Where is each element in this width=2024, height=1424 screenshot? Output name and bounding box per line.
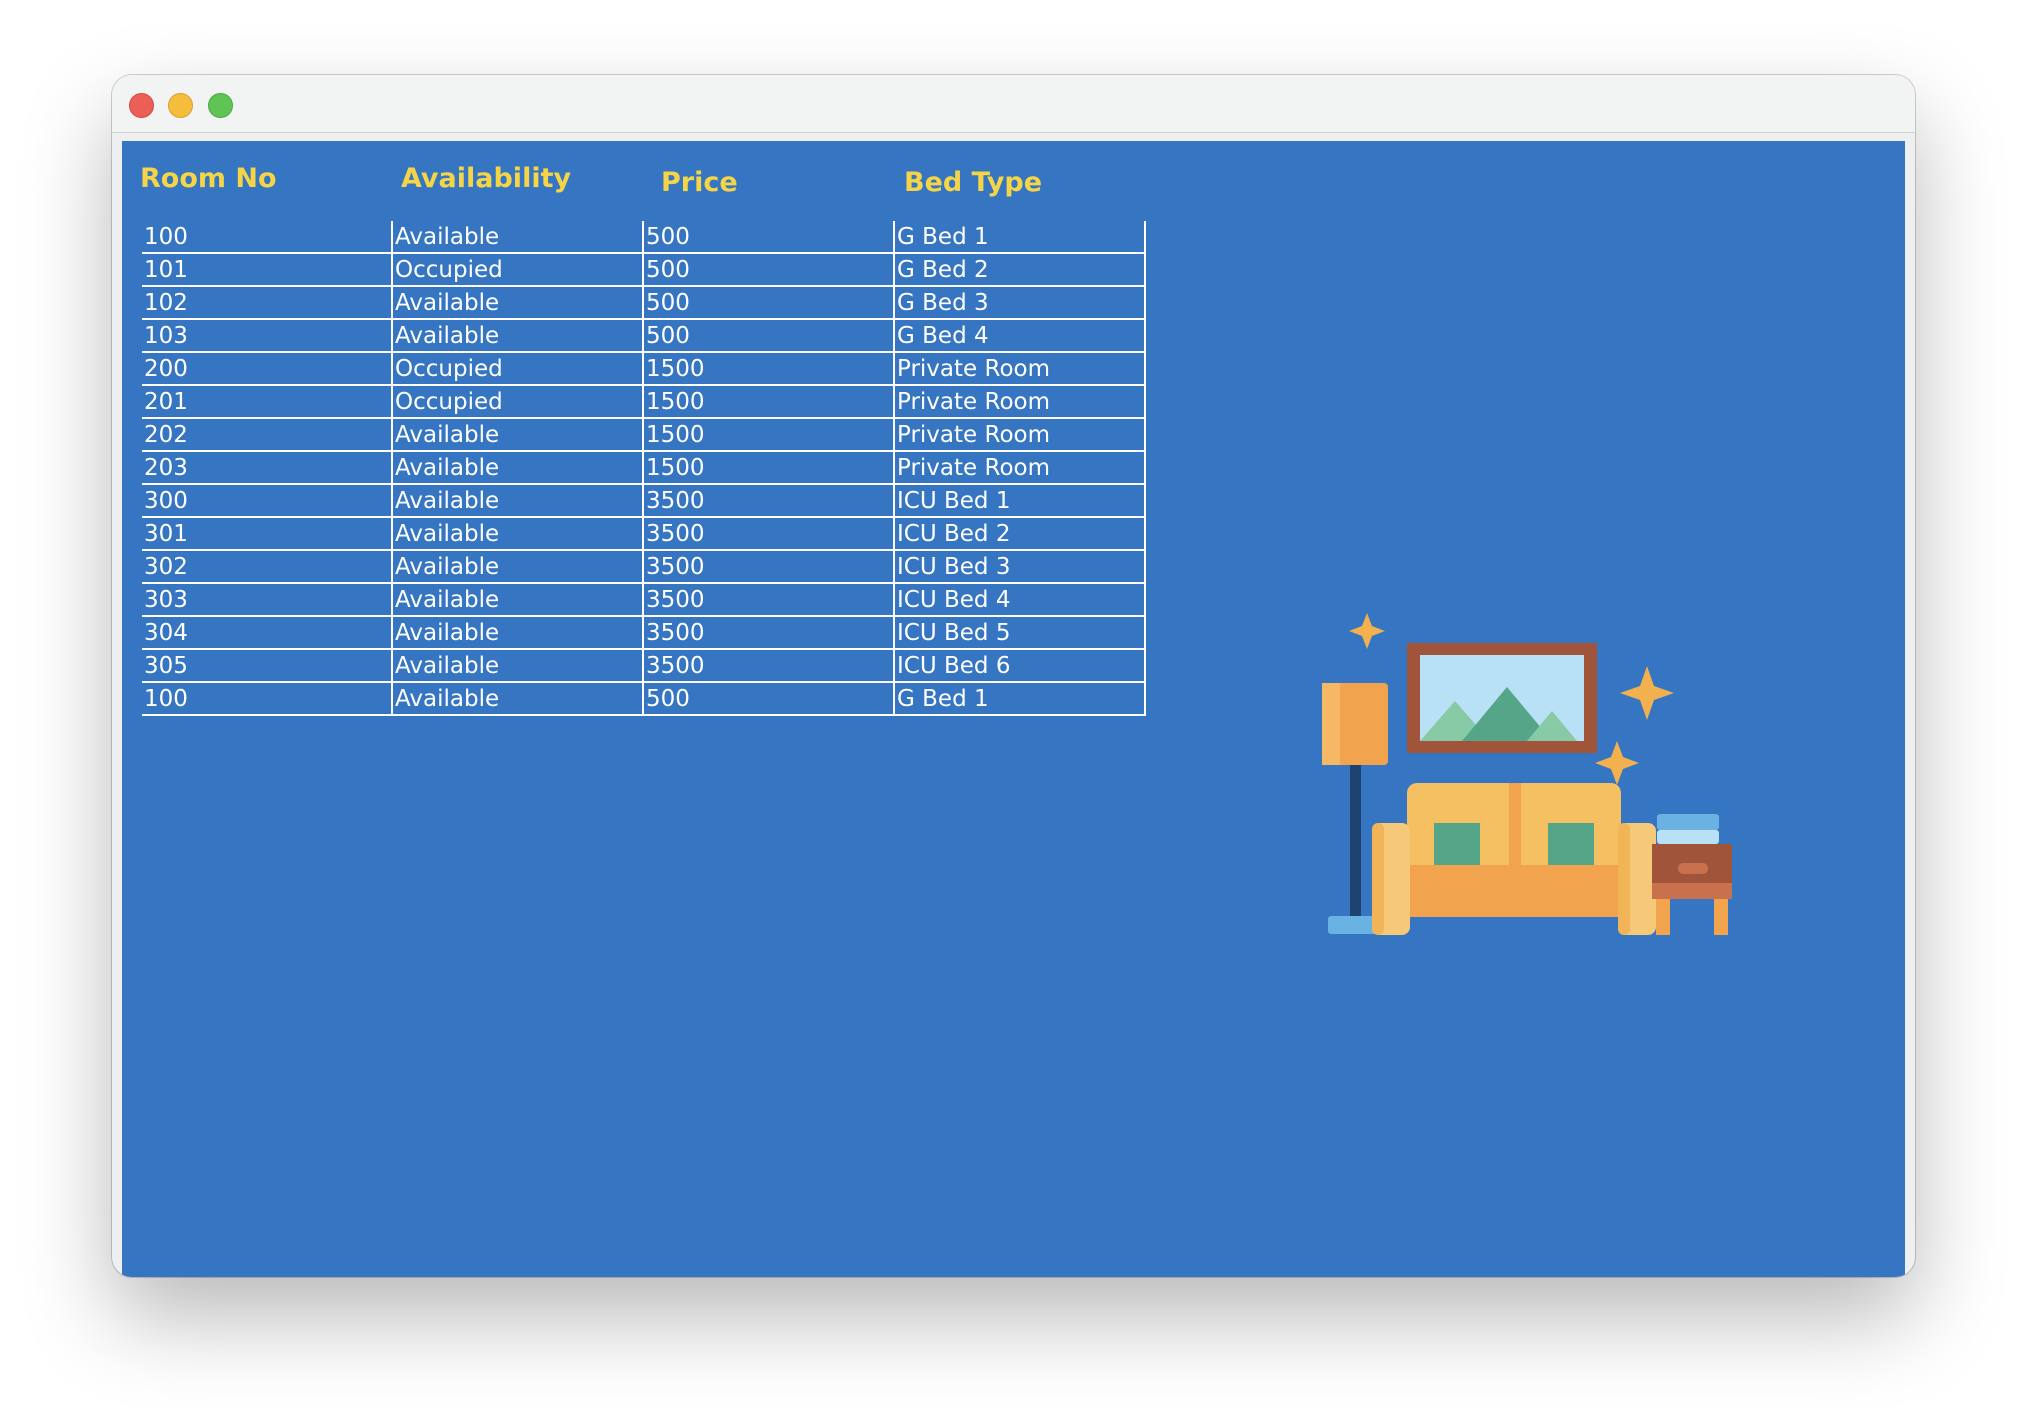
table-row[interactable]: 201 Occupied 1500 Private Room — [142, 385, 1146, 419]
cell-price[interactable]: 500 — [642, 221, 894, 254]
cell-bed-type[interactable]: Private Room — [893, 418, 1146, 452]
cell-price[interactable]: 3500 — [642, 649, 894, 683]
table-row[interactable]: 304 Available 3500 ICU Bed 5 — [142, 616, 1146, 650]
cell-room-no[interactable]: 303 — [142, 583, 392, 617]
cell-bed-type[interactable]: G Bed 4 — [893, 319, 1146, 353]
cell-room-no[interactable]: 100 — [142, 682, 392, 716]
cell-room-no[interactable]: 302 — [142, 550, 392, 584]
cell-price[interactable]: 3500 — [642, 484, 894, 518]
cell-availability[interactable]: Available — [391, 221, 643, 254]
cell-bed-type[interactable]: ICU Bed 5 — [893, 616, 1146, 650]
cell-price[interactable]: 3500 — [642, 616, 894, 650]
rooms-table[interactable]: 100 Available 500 G Bed 1 101 Occupied 500 G Be… — [142, 221, 1146, 716]
cell-price[interactable]: 3500 — [642, 517, 894, 551]
cell-price[interactable]: 500 — [642, 682, 894, 716]
side-table — [1652, 814, 1732, 935]
cell-room-no[interactable]: 103 — [142, 319, 392, 353]
cell-room-no[interactable]: 200 — [142, 352, 392, 386]
table-row[interactable]: 100 Available 500 G Bed 1 — [142, 221, 1146, 254]
app-window: Room No Availability Price Bed Type 100 A… — [112, 75, 1915, 1277]
cell-price[interactable]: 500 — [642, 319, 894, 353]
cell-availability[interactable]: Available — [391, 418, 643, 452]
cell-availability[interactable]: Available — [391, 583, 643, 617]
wall-picture — [1407, 643, 1597, 753]
sofa — [1372, 783, 1656, 935]
cell-room-no[interactable]: 202 — [142, 418, 392, 452]
minimize-button[interactable] — [168, 93, 193, 118]
cell-bed-type[interactable]: ICU Bed 6 — [893, 649, 1146, 683]
header-price: Price — [661, 167, 738, 198]
table-row[interactable]: 102 Available 500 G Bed 3 — [142, 286, 1146, 320]
table-row[interactable]: 100 Available 500 G Bed 1 — [142, 682, 1146, 716]
table-row[interactable]: 302 Available 3500 ICU Bed 3 — [142, 550, 1146, 584]
table-row[interactable]: 203 Available 1500 Private Room — [142, 451, 1146, 485]
cell-bed-type[interactable]: Private Room — [893, 385, 1146, 419]
cell-room-no[interactable]: 201 — [142, 385, 392, 419]
cell-availability[interactable]: Available — [391, 451, 643, 485]
table-row[interactable]: 101 Occupied 500 G Bed 2 — [142, 253, 1146, 287]
cell-bed-type[interactable]: G Bed 2 — [893, 253, 1146, 287]
close-button[interactable] — [129, 93, 154, 118]
cell-price[interactable]: 500 — [642, 253, 894, 287]
cell-room-no[interactable]: 301 — [142, 517, 392, 551]
title-bar — [112, 75, 1915, 133]
cell-room-no[interactable]: 203 — [142, 451, 392, 485]
table-row[interactable]: 301 Available 3500 ICU Bed 2 — [142, 517, 1146, 551]
cell-availability[interactable]: Occupied — [391, 385, 643, 419]
cell-price[interactable]: 1500 — [642, 418, 894, 452]
cell-availability[interactable]: Occupied — [391, 352, 643, 386]
cell-bed-type[interactable]: Private Room — [893, 451, 1146, 485]
cell-room-no[interactable]: 101 — [142, 253, 392, 287]
table-row[interactable]: 202 Available 1500 Private Room — [142, 418, 1146, 452]
cell-price[interactable]: 3500 — [642, 583, 894, 617]
sparkle-icon — [1595, 741, 1639, 785]
table-row[interactable]: 300 Available 3500 ICU Bed 1 — [142, 484, 1146, 518]
cell-room-no[interactable]: 300 — [142, 484, 392, 518]
header-room-no: Room No — [140, 163, 277, 194]
cell-bed-type[interactable]: ICU Bed 4 — [893, 583, 1146, 617]
table-row[interactable]: 305 Available 3500 ICU Bed 6 — [142, 649, 1146, 683]
cell-bed-type[interactable]: ICU Bed 1 — [893, 484, 1146, 518]
zoom-button[interactable] — [208, 93, 233, 118]
cell-bed-type[interactable]: ICU Bed 2 — [893, 517, 1146, 551]
cell-room-no[interactable]: 100 — [142, 221, 392, 254]
cell-bed-type[interactable]: G Bed 1 — [893, 221, 1146, 254]
cell-bed-type[interactable]: G Bed 3 — [893, 286, 1146, 320]
cell-availability[interactable]: Available — [391, 286, 643, 320]
table-row[interactable]: 303 Available 3500 ICU Bed 4 — [142, 583, 1146, 617]
cell-price[interactable]: 1500 — [642, 385, 894, 419]
table-row[interactable]: 200 Occupied 1500 Private Room — [142, 352, 1146, 386]
cell-availability[interactable]: Available — [391, 682, 643, 716]
cell-availability[interactable]: Occupied — [391, 253, 643, 287]
cell-bed-type[interactable]: Private Room — [893, 352, 1146, 386]
cell-availability[interactable]: Available — [391, 649, 643, 683]
cell-availability[interactable]: Available — [391, 550, 643, 584]
room-panel: Room No Availability Price Bed Type 100 A… — [122, 141, 1905, 1277]
table-row[interactable]: 103 Available 500 G Bed 4 — [142, 319, 1146, 353]
cell-availability[interactable]: Available — [391, 616, 643, 650]
cell-bed-type[interactable]: ICU Bed 3 — [893, 550, 1146, 584]
cell-price[interactable]: 3500 — [642, 550, 894, 584]
living-room-icon — [1322, 613, 1732, 935]
cell-availability[interactable]: Available — [391, 319, 643, 353]
cell-price[interactable]: 1500 — [642, 451, 894, 485]
sparkle-icon — [1349, 613, 1385, 649]
cell-room-no[interactable]: 305 — [142, 649, 392, 683]
cell-availability[interactable]: Available — [391, 484, 643, 518]
rooms-table-body: 100 Available 500 G Bed 1 101 Occupied 500 G Be… — [142, 221, 1146, 716]
cell-room-no[interactable]: 304 — [142, 616, 392, 650]
cell-price[interactable]: 1500 — [642, 352, 894, 386]
header-availability: Availability — [401, 163, 572, 194]
cell-price[interactable]: 500 — [642, 286, 894, 320]
cell-room-no[interactable]: 102 — [142, 286, 392, 320]
sparkle-icon — [1620, 666, 1674, 720]
cell-availability[interactable]: Available — [391, 517, 643, 551]
cell-bed-type[interactable]: G Bed 1 — [893, 682, 1146, 716]
header-bed-type: Bed Type — [904, 167, 1043, 198]
